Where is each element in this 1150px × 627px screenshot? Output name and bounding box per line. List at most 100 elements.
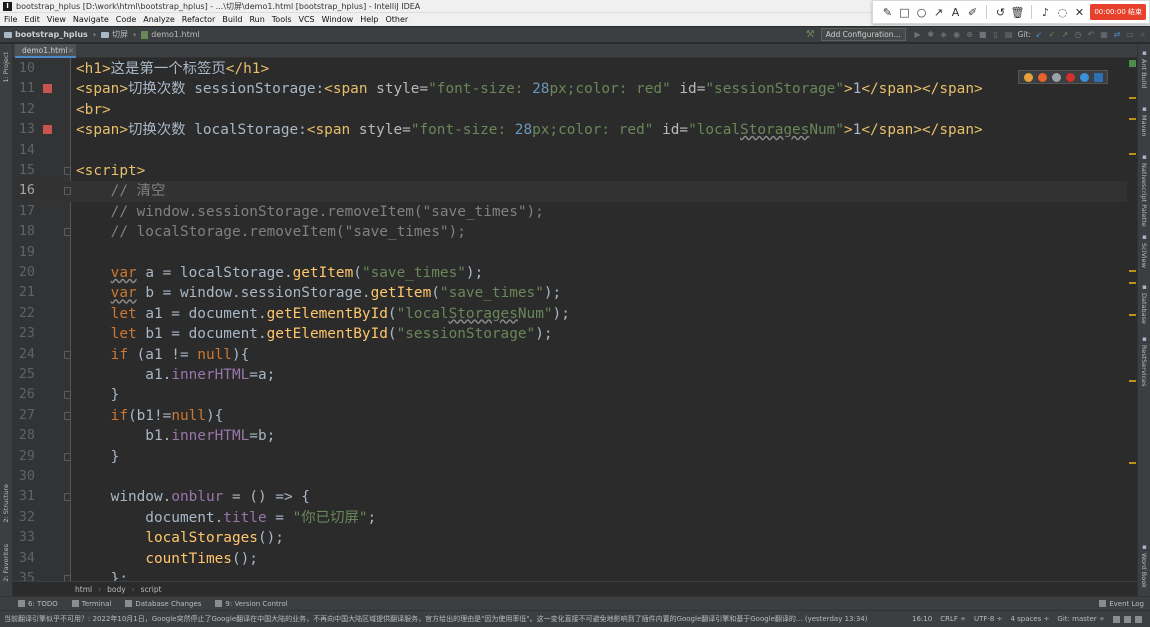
git-push-icon[interactable]: ↗: [1059, 29, 1071, 41]
warning-mark[interactable]: [1129, 153, 1136, 155]
notifications-icon[interactable]: [1134, 615, 1142, 623]
code-line[interactable]: 19: [13, 243, 1137, 263]
warning-mark[interactable]: [1129, 282, 1136, 284]
add-configuration-button[interactable]: Add Configuration...: [820, 28, 906, 41]
left-panel-2[interactable]: 2: Favorites: [2, 544, 10, 582]
nav-folder[interactable]: 切屏: [101, 29, 128, 40]
breadcrumb-body[interactable]: body: [107, 585, 126, 594]
close-icon[interactable]: ✕: [1071, 4, 1088, 21]
menu-file[interactable]: File: [4, 15, 17, 24]
right-panel-icon[interactable]: ▪: [1140, 543, 1149, 551]
lock-icon[interactable]: [1112, 615, 1120, 623]
code-line[interactable]: 15 <script>: [13, 161, 1137, 181]
nav-file[interactable]: demo1.html: [141, 30, 200, 39]
git-update-icon[interactable]: ↙: [1033, 29, 1045, 41]
chrome-icon[interactable]: [1023, 72, 1033, 82]
right-panel-icon[interactable]: ▪: [1140, 49, 1149, 57]
right-panel-icon[interactable]: ▪: [1140, 105, 1149, 113]
project-structure-icon[interactable]: ▦: [1098, 29, 1110, 41]
error-stripe[interactable]: [1127, 58, 1137, 581]
code-line[interactable]: 23 let b1 = document.getElementById("ses…: [13, 324, 1137, 344]
menu-window[interactable]: Window: [322, 15, 354, 24]
breadcrumb-html[interactable]: html: [75, 585, 92, 594]
coverage-icon[interactable]: ◈: [938, 29, 950, 41]
layout-icon[interactable]: ▭: [1124, 29, 1136, 41]
breakpoint-icon[interactable]: [43, 125, 52, 135]
warning-mark[interactable]: [1129, 314, 1136, 316]
attach-icon[interactable]: ⊕: [964, 29, 976, 41]
menu-help[interactable]: Help: [360, 15, 378, 24]
build-hammer-icon[interactable]: ⚒: [806, 29, 815, 40]
code-line[interactable]: 13 <span>切换次数 localStorage:<span style="f…: [13, 120, 1137, 140]
right-panel-word-book[interactable]: Word Book: [1140, 553, 1148, 588]
memory-icon[interactable]: [1123, 615, 1131, 623]
code-line[interactable]: 11 <span>切换次数 sessionStorage:<span style=…: [13, 79, 1137, 99]
fold-marker-icon[interactable]: [64, 228, 71, 237]
menu-tools[interactable]: Tools: [272, 15, 292, 24]
undo-icon[interactable]: ↺: [992, 4, 1009, 21]
fold-marker-icon[interactable]: [64, 493, 71, 502]
nav-project[interactable]: bootstrap_hplus: [4, 30, 88, 39]
code-line[interactable]: 20 var a = localStorage.getItem("save_ti…: [13, 263, 1137, 283]
warning-mark[interactable]: [1129, 118, 1136, 120]
code-line[interactable]: 22 let a1 = document.getElementById("loc…: [13, 304, 1137, 324]
code-line[interactable]: 35 };: [13, 569, 1137, 581]
menu-analyze[interactable]: Analyze: [143, 15, 175, 24]
menu-build[interactable]: Build: [222, 15, 242, 24]
status-message[interactable]: 当前翻译引擎似乎不可用？: 2022年10月1日，Google突然停止了Goog…: [4, 614, 904, 624]
code-line[interactable]: 21 var b = window.sessionStorage.getItem…: [13, 283, 1137, 303]
code-editor[interactable]: 10 <h1>这是第一个标签页</h1> 11 <span>切换次数 sessionS…: [13, 58, 1137, 581]
menu-other[interactable]: Other: [385, 15, 408, 24]
firefox-icon[interactable]: [1037, 72, 1047, 82]
menu-vcs[interactable]: VCS: [299, 15, 315, 24]
fold-marker-icon[interactable]: [64, 452, 71, 461]
tool-window-terminal[interactable]: Terminal: [71, 600, 111, 608]
right-panel-icon[interactable]: ▪: [1140, 283, 1149, 291]
tool-window-todo[interactable]: 6: TODO: [18, 600, 58, 608]
fold-marker-icon[interactable]: [64, 350, 71, 359]
safari-icon[interactable]: [1051, 72, 1061, 82]
edge-icon[interactable]: [1093, 72, 1103, 82]
code-line[interactable]: 34 countTimes();: [13, 549, 1137, 569]
inspection-status-icon[interactable]: [1129, 60, 1136, 67]
code-line[interactable]: 12 <br>: [13, 100, 1137, 120]
code-line[interactable]: 29 }: [13, 447, 1137, 467]
translate-icon[interactable]: ⇄: [1111, 29, 1123, 41]
right-panel-maven[interactable]: Maven: [1140, 115, 1148, 137]
warning-mark[interactable]: [1129, 462, 1136, 464]
pen-icon[interactable]: ✎: [879, 4, 896, 21]
stop-icon[interactable]: ■: [977, 29, 989, 41]
code-line[interactable]: 26 }: [13, 385, 1137, 405]
menu-view[interactable]: View: [47, 15, 66, 24]
delete-icon[interactable]: 🗑: [1009, 4, 1026, 21]
git-history-icon[interactable]: ◷: [1072, 29, 1084, 41]
indent-setting[interactable]: 4 spaces ÷: [1010, 615, 1049, 623]
left-panel-1[interactable]: 2: Structure: [2, 484, 10, 523]
profile-icon[interactable]: ◉: [951, 29, 963, 41]
ie-icon[interactable]: [1079, 72, 1089, 82]
right-panel-restservices[interactable]: RestServices: [1140, 345, 1148, 387]
right-panel-icon[interactable]: ▪: [1140, 233, 1149, 241]
search-icon[interactable]: ⌕: [1137, 29, 1149, 41]
right-panel-sciview[interactable]: SciView: [1140, 243, 1148, 268]
menu-refactor[interactable]: Refactor: [182, 15, 216, 24]
tab-demo1-html[interactable]: demo1.html ×: [15, 44, 76, 58]
breadcrumb-script[interactable]: script: [141, 585, 162, 594]
code-line[interactable]: 14: [13, 141, 1137, 161]
tool-window-database-changes[interactable]: Database Changes: [125, 600, 201, 608]
fold-marker-icon[interactable]: [64, 167, 71, 175]
device-icon[interactable]: ▯: [990, 29, 1002, 41]
breakpoint-icon[interactable]: [43, 84, 52, 94]
user-icon[interactable]: ◌: [1054, 4, 1071, 21]
warning-mark[interactable]: [1129, 97, 1136, 99]
left-panel-0[interactable]: 1: Project: [2, 52, 10, 83]
code-line[interactable]: 17 // window.sessionStorage.removeItem("…: [13, 202, 1137, 222]
file-encoding[interactable]: UTF-8 ÷: [974, 615, 1003, 623]
line-separator[interactable]: CRLF ÷: [940, 615, 966, 623]
fold-marker-icon[interactable]: [64, 391, 71, 400]
right-panel-icon[interactable]: ▪: [1140, 153, 1149, 161]
record-stop-button[interactable]: 00:00:00 结束: [1090, 4, 1146, 20]
event-log-button[interactable]: Event Log: [1099, 600, 1144, 608]
code-line[interactable]: 27 if(b1!=null){: [13, 406, 1137, 426]
code-line[interactable]: 18 // localStorage.removeItem("save_time…: [13, 222, 1137, 242]
